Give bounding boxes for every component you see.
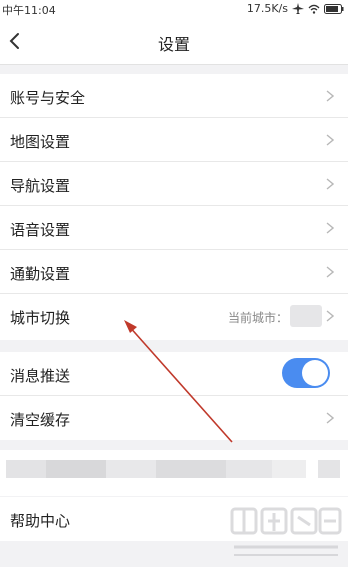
row-label: 地图设置 — [10, 133, 71, 151]
chevron-right-icon — [326, 178, 334, 190]
status-time: 中午11:04 — [2, 4, 56, 17]
push-notification-toggle[interactable] — [282, 358, 330, 388]
current-city-redacted — [290, 305, 322, 327]
row-label: 账号与安全 — [10, 89, 86, 107]
status-icons: 17.5K/s — [247, 2, 344, 15]
toggle-knob — [302, 360, 328, 386]
row-voice-settings[interactable]: 语音设置 — [0, 206, 348, 250]
row-clear-cache[interactable]: 清空缓存 — [0, 396, 348, 440]
row-label: 帮助中心 — [10, 512, 71, 530]
airplane-icon — [292, 3, 304, 14]
settings-group-account: 账号与安全 地图设置 导航设置 语音设置 通勤设置 城市切换 当前城市： — [0, 74, 348, 340]
status-bar: 中午11:04 17.5K/s — [0, 0, 348, 18]
chevron-right-icon — [326, 266, 334, 278]
row-navigation-settings[interactable]: 导航设置 — [0, 162, 348, 206]
chevron-right-icon — [326, 90, 334, 102]
row-city-switch[interactable]: 城市切换 当前城市： — [0, 294, 348, 338]
row-push-notifications: 消息推送 — [0, 352, 348, 396]
row-commute-settings[interactable]: 通勤设置 — [0, 250, 348, 294]
chevron-right-icon — [326, 134, 334, 146]
row-label: 清空缓存 — [10, 411, 71, 429]
row-label: 通勤设置 — [10, 265, 71, 283]
redacted-row[interactable] — [0, 450, 348, 496]
row-label: 消息推送 — [10, 367, 71, 385]
row-label: 语音设置 — [10, 221, 71, 239]
current-city-label: 当前城市： — [227, 311, 288, 325]
chevron-right-icon — [326, 412, 334, 424]
settings-group-general: 消息推送 清空缓存 — [0, 352, 348, 440]
row-account-security[interactable]: 账号与安全 — [0, 74, 348, 118]
navigation-bar: 设置 — [0, 18, 348, 65]
chevron-right-icon — [326, 222, 334, 234]
row-label: 城市切换 — [10, 309, 71, 327]
network-speed: 17.5K/s — [246, 2, 288, 15]
row-label: 导航设置 — [10, 177, 71, 195]
page-title: 设置 — [157, 35, 190, 54]
battery-icon — [324, 3, 344, 14]
row-map-settings[interactable]: 地图设置 — [0, 118, 348, 162]
watermark-logo — [230, 507, 342, 556]
chevron-right-icon — [326, 310, 334, 322]
wifi-icon — [308, 4, 320, 14]
